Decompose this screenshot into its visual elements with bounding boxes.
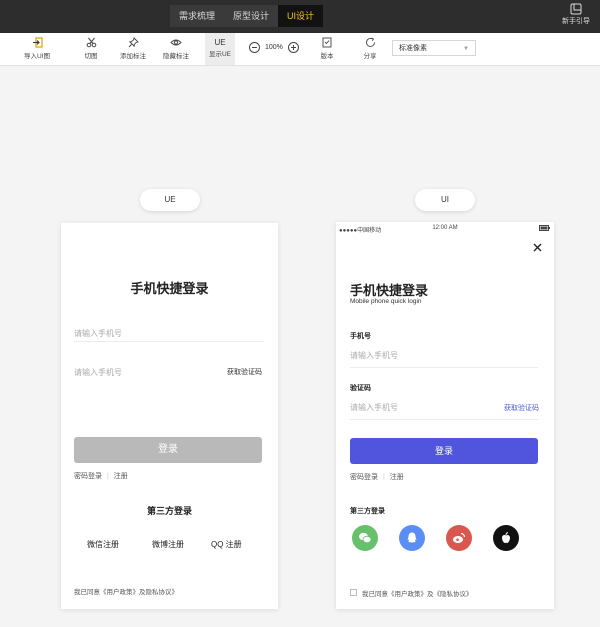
- ue-weibo-register[interactable]: 微博注册: [152, 539, 184, 550]
- share-button[interactable]: 分享: [359, 33, 381, 65]
- import-ui-button[interactable]: 导入UI图: [20, 33, 54, 65]
- version-icon: [322, 37, 332, 48]
- show-ue-button[interactable]: UE 显示UE: [205, 33, 235, 65]
- qq-icon: [407, 532, 417, 543]
- ui-divider: |: [382, 474, 385, 481]
- eye-icon: [170, 39, 182, 46]
- pin-icon: [128, 37, 139, 48]
- version-label: 版本: [320, 53, 334, 60]
- hide-marker-label: 隐藏标注: [163, 53, 189, 60]
- pixel-select[interactable]: 标准像素 ▼: [392, 40, 476, 56]
- tab-requirements[interactable]: 需求梳理: [170, 5, 225, 27]
- import-label: 导入UI图: [24, 53, 50, 60]
- ue-code-input[interactable]: 请输入手机号: [74, 367, 122, 378]
- weibo-icon: [453, 532, 466, 543]
- ue-title: 手机快捷登录: [130, 281, 209, 296]
- status-time: 12:00 AM: [432, 225, 458, 231]
- ue-login-links: 密码登录 | 注册: [74, 471, 128, 481]
- ui-card: ●●●●●中国移动 12:00 AM 手机快捷登录 Mobile phone q…: [336, 222, 554, 609]
- ue-get-code-link[interactable]: 获取验证码: [227, 367, 262, 377]
- mode-tabs: 需求梳理 原型设计 UI设计: [170, 5, 324, 27]
- cut-button[interactable]: 切图: [80, 33, 102, 65]
- close-icon[interactable]: [533, 243, 542, 252]
- zoom-in-button[interactable]: [287, 42, 299, 53]
- ue-phone-underline: [74, 341, 264, 342]
- scissors-icon: [86, 37, 96, 48]
- ui-pill[interactable]: UI: [415, 189, 475, 211]
- version-button[interactable]: 版本: [316, 33, 338, 65]
- ui-code-input[interactable]: 请输入手机号: [350, 402, 398, 413]
- code-label: 验证码: [350, 385, 371, 392]
- ui-register-link[interactable]: 注册: [390, 474, 404, 481]
- top-bar: 需求梳理 原型设计 UI设计 新手引导: [0, 0, 600, 33]
- ue-wechat-register[interactable]: 微信注册: [87, 539, 119, 550]
- wechat-icon: [359, 532, 372, 544]
- weibo-login-button[interactable]: [446, 525, 472, 551]
- battery-icon: [539, 225, 550, 231]
- show-ue-label: 显示UE: [208, 51, 232, 58]
- zoom-out-button[interactable]: [249, 42, 260, 53]
- wechat-login-button[interactable]: [352, 525, 378, 551]
- import-icon: [32, 37, 43, 48]
- hide-marker-button[interactable]: 隐藏标注: [161, 33, 191, 65]
- ue-register-link[interactable]: 注册: [114, 473, 128, 480]
- zoom-control: 100%: [249, 42, 299, 53]
- zoom-value: 100%: [265, 44, 283, 51]
- guide-label: 新手引导: [562, 18, 590, 25]
- ue-third-party-title: 第三方登录: [146, 506, 192, 516]
- ue-agreement: 我已同意《用户政策》及隐私协议》: [74, 589, 178, 596]
- add-marker-button[interactable]: 添加标注: [118, 33, 148, 65]
- ui-get-code-link[interactable]: 获取验证码: [504, 403, 539, 413]
- ue-label: UE: [214, 38, 226, 47]
- add-marker-label: 添加标注: [120, 53, 146, 60]
- ue-login-button[interactable]: 登录: [74, 437, 262, 463]
- qq-login-button[interactable]: [399, 525, 425, 551]
- phone-label: 手机号: [350, 333, 371, 340]
- ue-phone-input[interactable]: 请输入手机号: [74, 328, 122, 339]
- ue-divider: |: [106, 473, 109, 480]
- ui-code-underline: [350, 419, 538, 420]
- pixel-select-value: 标准像素: [399, 45, 427, 52]
- tab-prototype[interactable]: 原型设计: [224, 5, 279, 27]
- ui-subtitle: Mobile phone quick login: [350, 298, 422, 305]
- ui-title: 手机快捷登录: [350, 283, 429, 298]
- ue-pill[interactable]: UE: [140, 189, 200, 211]
- apple-icon: [502, 532, 510, 543]
- ue-qq-register[interactable]: QQ 注册: [211, 539, 242, 550]
- ui-phone-underline: [350, 367, 538, 368]
- ui-login-links: 密码登录 | 注册: [350, 472, 404, 482]
- apple-login-button[interactable]: [493, 525, 519, 551]
- ue-card: 手机快捷登录 请输入手机号 请输入手机号 获取验证码 登录 密码登录 | 注册 …: [61, 223, 278, 609]
- ui-third-party-title: 第三方登录: [350, 508, 385, 515]
- guide-button[interactable]: 新手引导: [559, 3, 593, 26]
- chevron-down-icon: ▼: [463, 46, 469, 52]
- ui-agreement: 我已同意《用户政策》及《隐私协议》: [362, 591, 473, 598]
- ui-login-button[interactable]: 登录: [350, 438, 538, 464]
- tab-ui-design[interactable]: UI设计: [278, 5, 324, 27]
- cut-label: 切图: [84, 53, 98, 60]
- ue-password-login-link[interactable]: 密码登录: [74, 473, 102, 480]
- agreement-checkbox[interactable]: [350, 589, 357, 596]
- share-icon: [365, 37, 375, 47]
- ui-password-login-link[interactable]: 密码登录: [350, 474, 378, 481]
- guide-icon: [570, 3, 582, 15]
- ui-phone-input[interactable]: 请输入手机号: [350, 350, 398, 361]
- toolbar: 导入UI图 切图 添加标注 隐藏标注 UE 显示UE 100% 版本 分享: [0, 33, 600, 66]
- share-label: 分享: [363, 53, 377, 60]
